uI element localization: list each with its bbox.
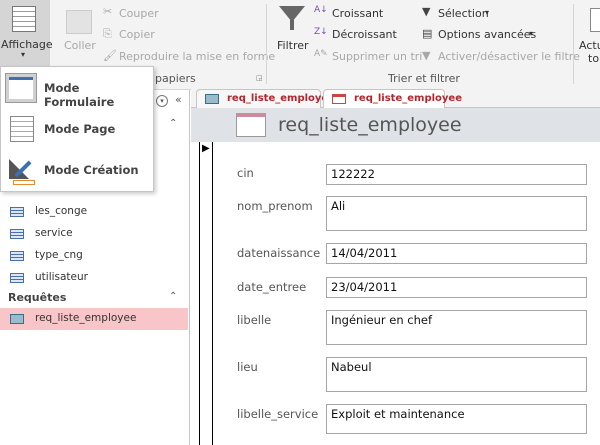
refresh-all-button-line2: to <box>588 52 600 65</box>
query-icon <box>10 314 24 324</box>
collapse-group-icon[interactable]: ⌃ <box>169 118 177 129</box>
nav-item-type-cng[interactable]: type_cng <box>0 245 188 267</box>
advanced-icon: ▤ <box>422 27 433 40</box>
field-lieu[interactable]: Nabeul <box>326 357 587 392</box>
current-record-icon: ▶ <box>202 143 210 154</box>
selection-button[interactable]: Sélection <box>438 7 489 20</box>
format-painter-button[interactable]: Reproduire la mise en forme <box>119 50 275 63</box>
copy-icon: ⎘ <box>103 27 112 40</box>
remove-sort-icon: A✎ <box>314 49 328 59</box>
collapse-group-icon[interactable]: ⌃ <box>169 291 177 302</box>
sort-asc-icon: A↓ <box>314 5 328 15</box>
field-label-libelle-service: libelle_service <box>237 407 319 421</box>
query-icon <box>205 94 219 104</box>
chevron-down-icon: ▾ <box>529 29 534 38</box>
nav-item-utilisateur[interactable]: utilisateur <box>0 267 188 289</box>
form-title: req_liste_employee <box>278 114 462 136</box>
layout-view-icon <box>10 116 34 142</box>
chevron-down-icon: ▾ <box>21 50 26 59</box>
collapse-pane-icon[interactable]: « <box>175 93 182 106</box>
ascending-button[interactable]: Croissant <box>332 7 383 20</box>
table-icon <box>10 251 24 261</box>
sort-desc-icon: Z↓ <box>314 27 328 37</box>
field-label-cin: cin <box>237 166 254 180</box>
field-datenaissance[interactable]: 14/04/2011 <box>326 243 587 264</box>
clipboard-group-label: papiers <box>155 72 196 85</box>
queries-group-header[interactable]: Requêtes <box>8 291 66 304</box>
field-cin[interactable]: 122222 <box>326 164 587 185</box>
chevron-down-icon: ▾ <box>485 8 490 17</box>
cut-button[interactable]: Couper <box>119 7 159 20</box>
form-view-icon <box>12 6 36 32</box>
field-libelle-service[interactable]: Exploit et maintenance <box>326 404 587 434</box>
nav-item-les-conge[interactable]: les_conge <box>0 201 188 223</box>
form-view-icon <box>5 73 37 103</box>
field-date-entree[interactable]: 23/04/2011 <box>326 277 587 298</box>
form-icon <box>332 94 346 104</box>
copy-button[interactable]: Copier <box>119 28 155 41</box>
field-label-nom-prenom: nom_prenom <box>237 199 313 213</box>
filter-button[interactable]: Filtrer <box>277 39 309 52</box>
tab-req-liste-employee-1[interactable]: req_liste_employee <box>196 89 335 108</box>
form-header: req_liste_employee <box>191 108 600 142</box>
field-label-date-entree: date_entree <box>237 280 307 294</box>
field-nom-prenom[interactable]: Ali <box>326 196 587 231</box>
menu-item-design-view[interactable]: Mode Création <box>1 151 153 191</box>
paste-icon <box>66 10 92 34</box>
refresh-all-button[interactable]: Actu <box>579 39 600 52</box>
search-dropdown-icon[interactable]: ▾ <box>156 95 168 107</box>
field-label-libelle: libelle <box>237 313 272 327</box>
toggle-filter-icon: ▼ <box>422 49 431 62</box>
refresh-icon <box>590 8 600 32</box>
dialog-launcher-icon[interactable]: ◲ <box>256 74 263 82</box>
document-tabs: req_liste_employee req_liste_employee <box>191 88 600 108</box>
view-dropdown-menu: Mode Formulaire Mode Page Mode Création <box>0 66 154 192</box>
menu-item-form-view[interactable]: Mode Formulaire <box>1 69 153 109</box>
nav-item-req-liste-employee[interactable]: req_liste_employee <box>0 308 188 330</box>
brush-icon: 🖌 <box>103 49 117 62</box>
menu-item-layout-view[interactable]: Mode Page <box>1 110 153 150</box>
advanced-options-button[interactable]: Options avancées <box>438 28 536 41</box>
remove-sort-button[interactable]: Supprimer un tri <box>332 50 422 63</box>
table-icon <box>10 273 24 283</box>
nav-item-service[interactable]: service <box>0 223 188 245</box>
field-libelle[interactable]: Ingénieur en chef <box>326 310 587 345</box>
field-label-lieu: lieu <box>237 360 258 374</box>
form-icon <box>236 113 266 137</box>
view-button-label: Affichage <box>1 38 53 51</box>
table-icon <box>10 207 24 217</box>
selection-icon: ▼ <box>422 5 431 18</box>
record-selector[interactable]: ▶ <box>199 142 213 445</box>
sort-filter-group-label: Trier et filtrer <box>388 72 460 85</box>
table-icon <box>10 229 24 239</box>
tab-req-liste-employee-2[interactable]: req_liste_employee <box>323 89 462 108</box>
view-button[interactable]: Affichage ▾ <box>0 0 53 66</box>
scissors-icon: ✂ <box>103 5 113 18</box>
descending-button[interactable]: Décroissant <box>332 28 397 41</box>
paste-button[interactable]: Coller <box>64 39 96 52</box>
field-label-datenaissance: datenaissance <box>237 246 321 260</box>
toggle-filter-button[interactable]: Activer/désactiver le filtre <box>438 50 580 63</box>
